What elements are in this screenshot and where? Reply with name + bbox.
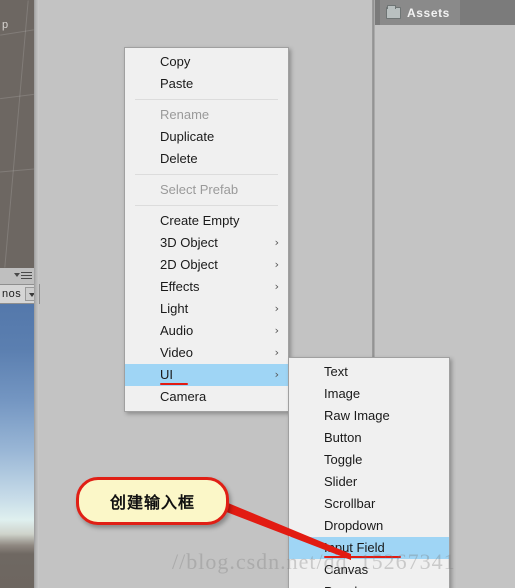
game-view-panel[interactable]	[0, 304, 34, 588]
menu-item-label: Copy	[160, 54, 191, 69]
panel-divider-left[interactable]	[34, 0, 39, 588]
menu-item-2d-object[interactable]: 2D Object ›	[125, 254, 288, 276]
tab-assets[interactable]: Assets	[380, 0, 460, 25]
annotation-underline	[160, 383, 188, 385]
menu-item-create-empty[interactable]: Create Empty	[125, 210, 288, 232]
menu-item-rename: Rename	[125, 104, 288, 126]
scene-grid-line	[0, 93, 34, 100]
menu-item-canvas[interactable]: Canvas	[289, 559, 449, 581]
menu-item-label: Toggle	[324, 452, 363, 467]
menu-item-delete[interactable]: Delete	[125, 148, 288, 170]
menu-item-label: Light	[160, 301, 189, 316]
chevron-right-icon: ›	[274, 258, 279, 271]
menu-item-image[interactable]: Image	[289, 383, 449, 405]
chevron-right-icon: ›	[274, 280, 279, 293]
scene-corner-label: p	[2, 19, 9, 31]
menu-separator	[135, 99, 278, 100]
menu-item-button[interactable]: Button	[289, 427, 449, 449]
menu-item-label: Rename	[160, 107, 210, 122]
menu-item-label: Slider	[324, 474, 358, 489]
context-menu[interactable]: Copy Paste Rename Duplicate Delete Select Pre…	[124, 47, 289, 412]
menu-item-panel[interactable]: Panel	[289, 581, 449, 588]
menu-separator	[135, 205, 278, 206]
chevron-right-icon: ›	[274, 368, 279, 381]
project-tab-bar: Assets	[375, 0, 515, 25]
menu-item-slider[interactable]: Slider	[289, 471, 449, 493]
unity-editor-window: p nos Assets Copy Paste Rename Duplicate Del…	[0, 0, 515, 588]
menu-item-paste[interactable]: Paste	[125, 73, 288, 95]
scene-view-panel[interactable]: p	[0, 0, 34, 268]
menu-item-label: Raw Image	[324, 408, 390, 423]
menu-item-label: Camera	[160, 389, 207, 404]
gizmos-label: nos	[2, 288, 22, 300]
scene-view-toolbar[interactable]	[0, 268, 34, 284]
menu-item-label: Video	[160, 345, 194, 360]
chevron-down-icon[interactable]	[14, 273, 20, 277]
menu-item-raw-image[interactable]: Raw Image	[289, 405, 449, 427]
scene-grid-line	[4, 0, 29, 268]
menu-item-3d-object[interactable]: 3D Object ›	[125, 232, 288, 254]
annotation-callout-text: 创建输入框	[109, 493, 195, 512]
menu-item-label: Panel	[324, 584, 357, 588]
menu-item-label: Audio	[160, 323, 194, 338]
menu-item-audio[interactable]: Audio ›	[125, 320, 288, 342]
scene-grid-line	[0, 168, 34, 173]
chevron-right-icon: ›	[274, 324, 279, 337]
menu-item-label: Canvas	[324, 562, 369, 577]
menu-item-label: Image	[324, 386, 361, 401]
menu-item-label: Create Empty	[160, 213, 240, 228]
menu-item-duplicate[interactable]: Duplicate	[125, 126, 288, 148]
chevron-right-icon: ›	[274, 302, 279, 315]
menu-item-select-prefab: Select Prefab	[125, 179, 288, 201]
menu-item-effects[interactable]: Effects ›	[125, 276, 288, 298]
menu-item-label: Button	[324, 430, 362, 445]
menu-item-label: UI	[160, 367, 173, 382]
tab-assets-label: Assets	[407, 5, 450, 20]
menu-item-light[interactable]: Light ›	[125, 298, 288, 320]
menu-item-label: Duplicate	[160, 129, 215, 144]
chevron-right-icon: ›	[274, 346, 279, 359]
menu-item-video[interactable]: Video ›	[125, 342, 288, 364]
hamburger-icon[interactable]	[21, 272, 32, 280]
menu-item-copy[interactable]: Copy	[125, 51, 288, 73]
menu-item-ui[interactable]: UI ›	[125, 364, 288, 386]
menu-item-label: Paste	[160, 76, 194, 91]
menu-item-camera[interactable]: Camera	[125, 386, 288, 408]
menu-item-label: 3D Object	[160, 235, 218, 250]
menu-item-label: Effects	[160, 279, 200, 294]
menu-separator	[135, 174, 278, 175]
annotation-callout: 创建输入框	[76, 477, 229, 525]
folder-icon	[386, 4, 401, 19]
menu-item-label: Text	[324, 364, 348, 379]
menu-item-text[interactable]: Text	[289, 361, 449, 383]
arrow-pointer-icon	[216, 498, 351, 560]
chevron-right-icon: ›	[274, 236, 279, 249]
menu-item-label: Select Prefab	[160, 182, 239, 197]
menu-item-label: Delete	[160, 151, 198, 166]
menu-item-toggle[interactable]: Toggle	[289, 449, 449, 471]
menu-item-label: 2D Object	[160, 257, 218, 272]
